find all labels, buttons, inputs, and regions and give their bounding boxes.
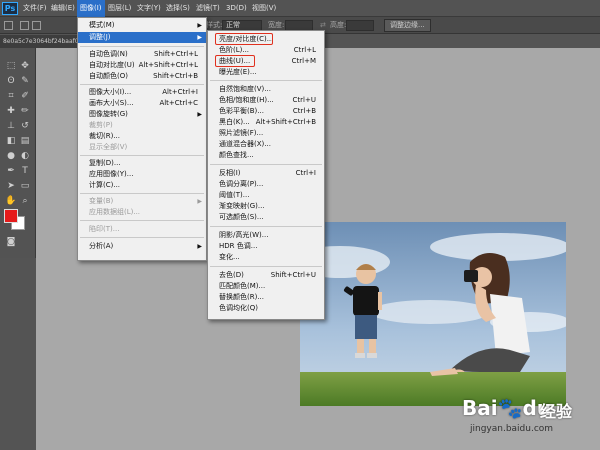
menu-layer[interactable]: 图层(L) (105, 0, 134, 17)
menu-item-color-lookup[interactable]: 颜色查找... (208, 150, 324, 161)
eyedropper-icon[interactable]: ✐ (19, 90, 31, 102)
path-select-icon[interactable]: ➤ (5, 180, 17, 192)
watermark-logo: Bai🐾du (462, 396, 552, 420)
menu-separator (80, 46, 204, 47)
menu-item-auto-color[interactable]: 自动颜色(O) Shift+Ctrl+B (78, 71, 206, 82)
menu-item-black-white[interactable]: 黑白(K)... Alt+Shift+Ctrl+B (208, 117, 324, 128)
menu-item-equalize[interactable]: 色调均化(Q) (208, 303, 324, 314)
quick-mask-icon[interactable]: ◙ (5, 236, 17, 248)
menu-separator (80, 220, 204, 221)
menu-separator (210, 226, 322, 227)
menu-item-adjustments[interactable]: 调整(J) ▶ (78, 32, 206, 43)
menu-item-mode[interactable]: 模式(M) ▶ (78, 20, 206, 31)
menu-item-canvas-size[interactable]: 画布大小(S)... Alt+Ctrl+C (78, 98, 206, 109)
menu-item-calculations[interactable]: 计算(C)... (78, 180, 206, 191)
menu-separator (80, 237, 204, 238)
menu-item-threshold[interactable]: 阈值(T)... (208, 190, 324, 201)
menu-filter[interactable]: 滤镜(T) (193, 0, 223, 17)
menu-item-image-size[interactable]: 图像大小(I)... Alt+Ctrl+I (78, 87, 206, 98)
menu-separator (210, 266, 322, 267)
menu-item-auto-contrast[interactable]: 自动对比度(U) Alt+Shift+Ctrl+L (78, 60, 206, 71)
menu-item-apply-data-set: 应用数据组(L)... (89, 208, 141, 216)
menu-item-shadows-highlights[interactable]: 阴影/高光(W)... (208, 230, 324, 241)
foreground-color-swatch[interactable] (4, 209, 18, 223)
menu-item-trim[interactable]: 裁切(R)... (78, 131, 206, 142)
marquee-preset-icon[interactable] (4, 21, 13, 30)
menu-item-analysis[interactable]: 分析(A) ▶ (78, 241, 206, 252)
photoshop-logo: Ps (2, 2, 18, 15)
document-photo (300, 222, 566, 406)
menu-item-apply-image[interactable]: 应用图像(Y)... (78, 169, 206, 180)
gradient-icon[interactable]: ▤ (19, 135, 31, 147)
menu-item-variations[interactable]: 变化... (208, 252, 324, 263)
rect-marquee-icon[interactable]: ⬚ (5, 60, 17, 72)
menu-item-invert[interactable]: 反相(I) Ctrl+I (208, 168, 324, 179)
magic-wand-icon[interactable]: ✎ (19, 75, 31, 87)
menu-bar: Ps 文件(F) 编辑(E) 图像(I) 图层(L) 文字(Y) 选择(S) 滤… (0, 0, 600, 17)
menu-item-selective-color[interactable]: 可选颜色(S)... (208, 212, 324, 223)
healing-icon[interactable]: ✚ (5, 105, 17, 117)
menu-item-replace-color[interactable]: 替换颜色(R)... (208, 292, 324, 303)
history-brush-icon[interactable]: ↺ (19, 120, 31, 132)
menu-item-posterize[interactable]: 色调分离(P)... (208, 179, 324, 190)
menu-item-auto-tone[interactable]: 自动色调(N) Shift+Ctrl+L (78, 49, 206, 60)
menu-separator (80, 155, 204, 156)
menu-item-duplicate[interactable]: 复制(D)... (78, 158, 206, 169)
menu-edit[interactable]: 编辑(E) (48, 0, 78, 17)
watermark-cn-text: 经验 (540, 402, 573, 421)
eraser-icon[interactable]: ◧ (5, 135, 17, 147)
add-selection-icon[interactable] (32, 21, 41, 30)
menu-type[interactable]: 文字(Y) (134, 0, 164, 17)
pen-icon[interactable]: ✒ (5, 165, 17, 177)
menu-file[interactable]: 文件(F) (20, 0, 50, 17)
hand-icon[interactable]: ✋ (5, 195, 17, 207)
menu-item-photo-filter[interactable]: 照片滤镜(F)... (208, 128, 324, 139)
menu-separator (210, 164, 322, 165)
highlight-box-curves (215, 55, 255, 67)
new-selection-icon[interactable] (20, 21, 29, 30)
adjustments-submenu: 亮度/对比度(C)... 色阶(L)... Ctrl+L 曲线(U)... Ctrl… (207, 30, 325, 320)
document-tab[interactable]: 8e0a5c7e3064bf24baaf0dfe (0, 35, 78, 48)
menu-select[interactable]: 选择(S) (163, 0, 193, 17)
menu-item-crop: 裁剪(P) (89, 121, 113, 129)
menu-separator (80, 193, 204, 194)
menu-view[interactable]: 视图(V) (249, 0, 279, 17)
menu-separator (80, 84, 204, 85)
height-label: 高度: (330, 21, 347, 29)
menu-item-color-balance[interactable]: 色彩平衡(B)... Ctrl+B (208, 106, 324, 117)
crop-icon[interactable]: ⌗ (5, 90, 17, 102)
menu-item-hue-saturation[interactable]: 色相/饱和度(H)... Ctrl+U (208, 95, 324, 106)
menu-item-variables: 变量(B) ▶ (89, 197, 202, 205)
menu-separator (210, 80, 322, 81)
menu-item-exposure[interactable]: 曝光度(E)... (208, 67, 324, 78)
menu-image[interactable]: 图像(I) (77, 0, 105, 17)
blur-icon[interactable]: ● (5, 150, 17, 162)
menu-item-trap: 陷印(T)... (89, 225, 120, 233)
menu-item-hdr-toning[interactable]: HDR 色调... (208, 241, 324, 252)
refine-edge-button[interactable]: 调整边缘... (384, 19, 431, 32)
menu-item-reveal-all: 显示全部(V) (89, 143, 128, 151)
menu-item-image-rotation[interactable]: 图像旋转(G) ▶ (78, 109, 206, 120)
highlight-box-brightness (215, 33, 273, 45)
shape-icon[interactable]: ▭ (19, 180, 31, 192)
zoom-icon[interactable]: ⌕ (19, 195, 31, 207)
toolbox: ⬚ ✥ ʘ ✎ ⌗ ✐ ✚ ✏ ⊥ ↺ ◧ ▤ ● ◐ ✒ T ➤ ▭ ✋ ⌕ … (0, 48, 36, 258)
menu-item-match-color[interactable]: 匹配颜色(M)... (208, 281, 324, 292)
menu-item-desaturate[interactable]: 去色(D) Shift+Ctrl+U (208, 270, 324, 281)
brush-icon[interactable]: ✏ (19, 105, 31, 117)
height-field[interactable] (346, 20, 374, 31)
menu-item-gradient-map[interactable]: 渐变映射(G)... (208, 201, 324, 212)
lasso-icon[interactable]: ʘ (5, 75, 17, 87)
watermark-url: jingyan.baidu.com (470, 424, 554, 434)
menu-3d[interactable]: 3D(D) (223, 0, 250, 17)
menu-item-channel-mixer[interactable]: 通道混合器(X)... (208, 139, 324, 150)
text-icon[interactable]: T (19, 165, 31, 177)
image-menu: 模式(M) ▶ 调整(J) ▶ 自动色调(N) Shift+Ctrl+L 自动对比度(… (77, 17, 207, 261)
stamp-icon[interactable]: ⊥ (5, 120, 17, 132)
menu-item-vibrance[interactable]: 自然饱和度(V)... (208, 84, 324, 95)
baidu-watermark: Bai🐾du 经验 jingyan.baidu.com (462, 392, 598, 448)
dodge-icon[interactable]: ◐ (19, 150, 31, 162)
move-icon[interactable]: ✥ (19, 60, 31, 72)
